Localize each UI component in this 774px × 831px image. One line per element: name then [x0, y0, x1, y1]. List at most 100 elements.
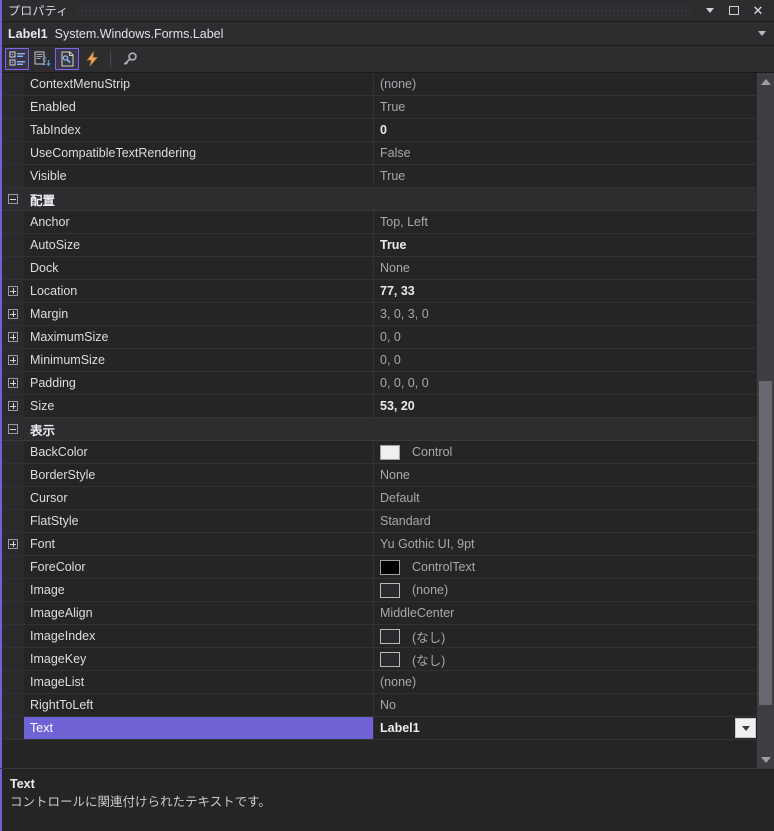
property-value[interactable]: 53, 20	[374, 395, 757, 417]
property-value[interactable]: (none)	[374, 579, 757, 601]
property-value[interactable]: MiddleCenter	[374, 602, 757, 624]
property-value[interactable]: 0	[374, 119, 757, 141]
object-selector-chevron-down-icon[interactable]	[758, 31, 766, 36]
expand-plus-icon[interactable]	[8, 378, 18, 388]
property-name[interactable]: Font	[24, 533, 374, 555]
property-row[interactable]: Image (none)	[2, 579, 757, 602]
property-row[interactable]: ImageIndex (なし)	[2, 625, 757, 648]
property-row[interactable]: Visible True	[2, 165, 757, 188]
property-row[interactable]: BackColor Control	[2, 441, 757, 464]
row-gutter[interactable]	[2, 280, 24, 302]
property-name[interactable]: Size	[24, 395, 374, 417]
property-row[interactable]: ImageList (none)	[2, 671, 757, 694]
property-name[interactable]: MinimumSize	[24, 349, 374, 371]
property-name[interactable]: Anchor	[24, 211, 374, 233]
window-menu-button[interactable]	[699, 2, 721, 20]
property-row[interactable]: ImageKey (なし)	[2, 648, 757, 671]
collapse-minus-icon[interactable]	[8, 194, 18, 204]
events-view-button[interactable]	[80, 48, 104, 70]
property-name[interactable]: ForeColor	[24, 556, 374, 578]
property-row[interactable]: Location 77, 33	[2, 280, 757, 303]
property-row[interactable]: MinimumSize 0, 0	[2, 349, 757, 372]
property-name[interactable]: Location	[24, 280, 374, 302]
property-value[interactable]: Standard	[374, 510, 757, 532]
property-row[interactable]: UseCompatibleTextRendering False	[2, 142, 757, 165]
property-row[interactable]: AutoSize True	[2, 234, 757, 257]
property-value[interactable]: 0, 0, 0, 0	[374, 372, 757, 394]
properties-view-button[interactable]	[117, 48, 141, 70]
expand-plus-icon[interactable]	[8, 355, 18, 365]
row-gutter[interactable]	[2, 349, 24, 371]
row-gutter[interactable]	[2, 395, 24, 417]
property-row[interactable]: ForeColor ControlText	[2, 556, 757, 579]
property-name[interactable]: Cursor	[24, 487, 374, 509]
property-value[interactable]: (なし)	[374, 625, 757, 647]
property-value[interactable]: ControlText	[374, 556, 757, 578]
property-name[interactable]: RightToLeft	[24, 694, 374, 716]
row-gutter[interactable]	[2, 326, 24, 348]
scroll-down-button[interactable]	[757, 751, 774, 768]
object-selector[interactable]: Label1 System.Windows.Forms.Label	[0, 22, 774, 46]
property-name[interactable]: Padding	[24, 372, 374, 394]
property-value[interactable]: Default	[374, 487, 757, 509]
property-name[interactable]: Image	[24, 579, 374, 601]
expand-plus-icon[interactable]	[8, 401, 18, 411]
categorized-view-button[interactable]	[5, 48, 29, 70]
property-name[interactable]: Dock	[24, 257, 374, 279]
property-value[interactable]: Yu Gothic UI, 9pt	[374, 533, 757, 555]
property-pages-button[interactable]	[55, 48, 79, 70]
property-name[interactable]: FlatStyle	[24, 510, 374, 532]
expand-plus-icon[interactable]	[8, 332, 18, 342]
row-gutter[interactable]	[2, 418, 24, 440]
property-value[interactable]: (なし)	[374, 648, 757, 670]
property-value[interactable]: (none)	[374, 671, 757, 693]
scroll-up-button[interactable]	[757, 73, 774, 90]
alphabetical-view-button[interactable]: A Z	[30, 48, 54, 70]
property-row[interactable]: Text Label1	[2, 717, 757, 740]
titlebar-drag-handle[interactable]	[76, 5, 691, 16]
window-restore-button[interactable]	[723, 2, 745, 20]
property-row[interactable]: Cursor Default	[2, 487, 757, 510]
property-row[interactable]: Font Yu Gothic UI, 9pt	[2, 533, 757, 556]
property-name[interactable]: ContextMenuStrip	[24, 73, 374, 95]
property-row[interactable]: Margin 3, 0, 3, 0	[2, 303, 757, 326]
property-row[interactable]: Enabled True	[2, 96, 757, 119]
property-row[interactable]: Anchor Top, Left	[2, 211, 757, 234]
property-name[interactable]: MaximumSize	[24, 326, 374, 348]
property-name[interactable]: ImageIndex	[24, 625, 374, 647]
property-value[interactable]: True	[374, 96, 757, 118]
property-row[interactable]: MaximumSize 0, 0	[2, 326, 757, 349]
property-value[interactable]: None	[374, 257, 757, 279]
property-name[interactable]: Enabled	[24, 96, 374, 118]
property-value[interactable]: Label1	[374, 717, 757, 739]
property-name[interactable]: ImageAlign	[24, 602, 374, 624]
property-value[interactable]: True	[374, 165, 757, 187]
property-row[interactable]: FlatStyle Standard	[2, 510, 757, 533]
collapse-minus-icon[interactable]	[8, 424, 18, 434]
property-row[interactable]: ImageAlign MiddleCenter	[2, 602, 757, 625]
property-name[interactable]: BackColor	[24, 441, 374, 463]
property-value[interactable]: False	[374, 142, 757, 164]
property-value[interactable]: No	[374, 694, 757, 716]
row-gutter[interactable]	[2, 372, 24, 394]
row-gutter[interactable]	[2, 533, 24, 555]
expand-plus-icon[interactable]	[8, 309, 18, 319]
property-row[interactable]: RightToLeft No	[2, 694, 757, 717]
property-value[interactable]: None	[374, 464, 757, 486]
property-name[interactable]: UseCompatibleTextRendering	[24, 142, 374, 164]
property-value[interactable]: 3, 0, 3, 0	[374, 303, 757, 325]
property-value[interactable]: 0, 0	[374, 326, 757, 348]
expand-plus-icon[interactable]	[8, 286, 18, 296]
property-value[interactable]: True	[374, 234, 757, 256]
property-row[interactable]: BorderStyle None	[2, 464, 757, 487]
property-row[interactable]: Padding 0, 0, 0, 0	[2, 372, 757, 395]
property-category-row[interactable]: 配置	[2, 188, 757, 211]
property-name[interactable]: Visible	[24, 165, 374, 187]
property-value[interactable]: (none)	[374, 73, 757, 95]
property-name[interactable]: ImageKey	[24, 648, 374, 670]
property-row[interactable]: TabIndex 0	[2, 119, 757, 142]
property-name[interactable]: ImageList	[24, 671, 374, 693]
property-name[interactable]: TabIndex	[24, 119, 374, 141]
property-category-row[interactable]: 表示	[2, 418, 757, 441]
window-close-button[interactable]: ✕	[747, 2, 769, 20]
